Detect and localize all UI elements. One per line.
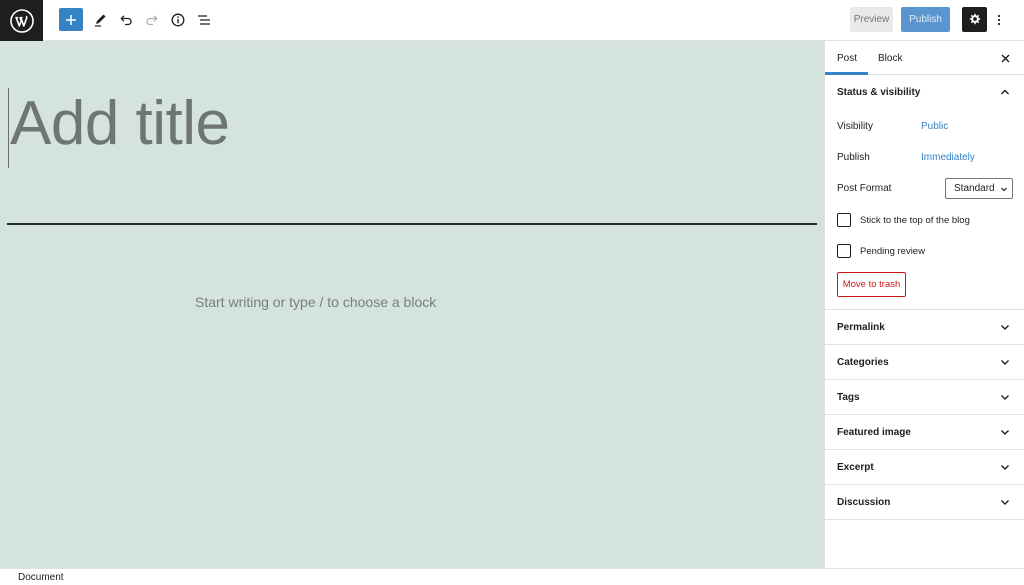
settings-button[interactable] (962, 7, 987, 32)
panel-title: Featured image (837, 426, 911, 438)
undo-button[interactable] (114, 8, 138, 32)
panel-status-visibility[interactable]: Status & visibility (825, 75, 1024, 110)
post-format-value: Standard (954, 183, 995, 194)
post-format-label: Post Format (837, 183, 892, 194)
plus-icon (66, 14, 76, 25)
panel-title: Discussion (837, 496, 891, 508)
tab-post[interactable]: Post (837, 41, 857, 75)
status-footer: Document (0, 568, 1024, 585)
publish-date-toggle[interactable]: Immediately (921, 152, 975, 163)
panel-permalink[interactable]: Permalink (825, 310, 1024, 345)
panel-categories[interactable]: Categories (825, 345, 1024, 380)
list-view-button[interactable] (192, 8, 216, 32)
pending-review-label[interactable]: Pending review (860, 246, 925, 257)
panel-title: Status & visibility (837, 87, 921, 98)
redo-button[interactable] (140, 8, 164, 32)
redo-icon (146, 15, 158, 26)
panel-title: Categories (837, 356, 889, 368)
publish-button[interactable]: Publish (901, 7, 950, 32)
stick-to-top-checkbox[interactable] (837, 213, 851, 227)
panel-title: Tags (837, 391, 860, 403)
sidebar-tabs: Post Block (825, 41, 1024, 75)
chevron-down-icon (1001, 325, 1009, 330)
top-toolbar: Preview Publish (0, 0, 1024, 41)
panel-featured-image[interactable]: Featured image (825, 415, 1024, 450)
text-caret (8, 88, 9, 168)
list-view-icon (198, 15, 210, 25)
info-icon (171, 13, 185, 27)
chevron-down-icon (1001, 465, 1009, 470)
visibility-label: Visibility (837, 121, 873, 132)
stick-to-top-label[interactable]: Stick to the top of the blog (860, 215, 970, 226)
settings-sidebar: Post Block Status & visibility Visibilit… (824, 41, 1024, 568)
preview-button[interactable]: Preview (850, 7, 893, 32)
tab-block[interactable]: Block (878, 41, 902, 75)
editor-canvas[interactable]: Add title Start writing or type / to cho… (0, 41, 824, 568)
chevron-down-icon (1001, 187, 1007, 192)
tools-button[interactable] (88, 8, 112, 32)
chevron-up-icon (1001, 89, 1009, 95)
breadcrumb-document[interactable]: Document (18, 572, 64, 583)
details-button[interactable] (166, 8, 190, 32)
undo-icon (120, 15, 132, 26)
chevron-down-icon (1001, 430, 1009, 435)
chevron-down-icon (1001, 360, 1009, 365)
publish-label: Publish (837, 152, 870, 163)
chevron-down-icon (1001, 500, 1009, 505)
move-to-trash-button[interactable]: Move to trash (837, 272, 906, 297)
close-icon (1001, 54, 1009, 62)
wordpress-logo-icon[interactable] (0, 0, 43, 41)
chevron-down-icon (1001, 395, 1009, 400)
close-sidebar-button[interactable] (997, 50, 1013, 66)
add-block-button[interactable] (59, 8, 83, 31)
gear-icon (969, 13, 981, 25)
panel-excerpt[interactable]: Excerpt (825, 450, 1024, 485)
panel-title: Permalink (837, 321, 885, 333)
panel-discussion[interactable]: Discussion (825, 485, 1024, 520)
visibility-toggle[interactable]: Public (921, 121, 948, 132)
post-title-input[interactable]: Add title (10, 93, 230, 155)
more-vertical-icon (997, 14, 1001, 26)
title-separator (7, 223, 817, 225)
block-appender[interactable]: Start writing or type / to choose a bloc… (195, 294, 436, 310)
panel-title: Excerpt (837, 461, 874, 473)
pending-review-checkbox[interactable] (837, 244, 851, 258)
panel-tags[interactable]: Tags (825, 380, 1024, 415)
post-format-select[interactable]: Standard (945, 178, 1013, 199)
pencil-icon (95, 14, 106, 27)
options-button[interactable] (992, 8, 1006, 32)
